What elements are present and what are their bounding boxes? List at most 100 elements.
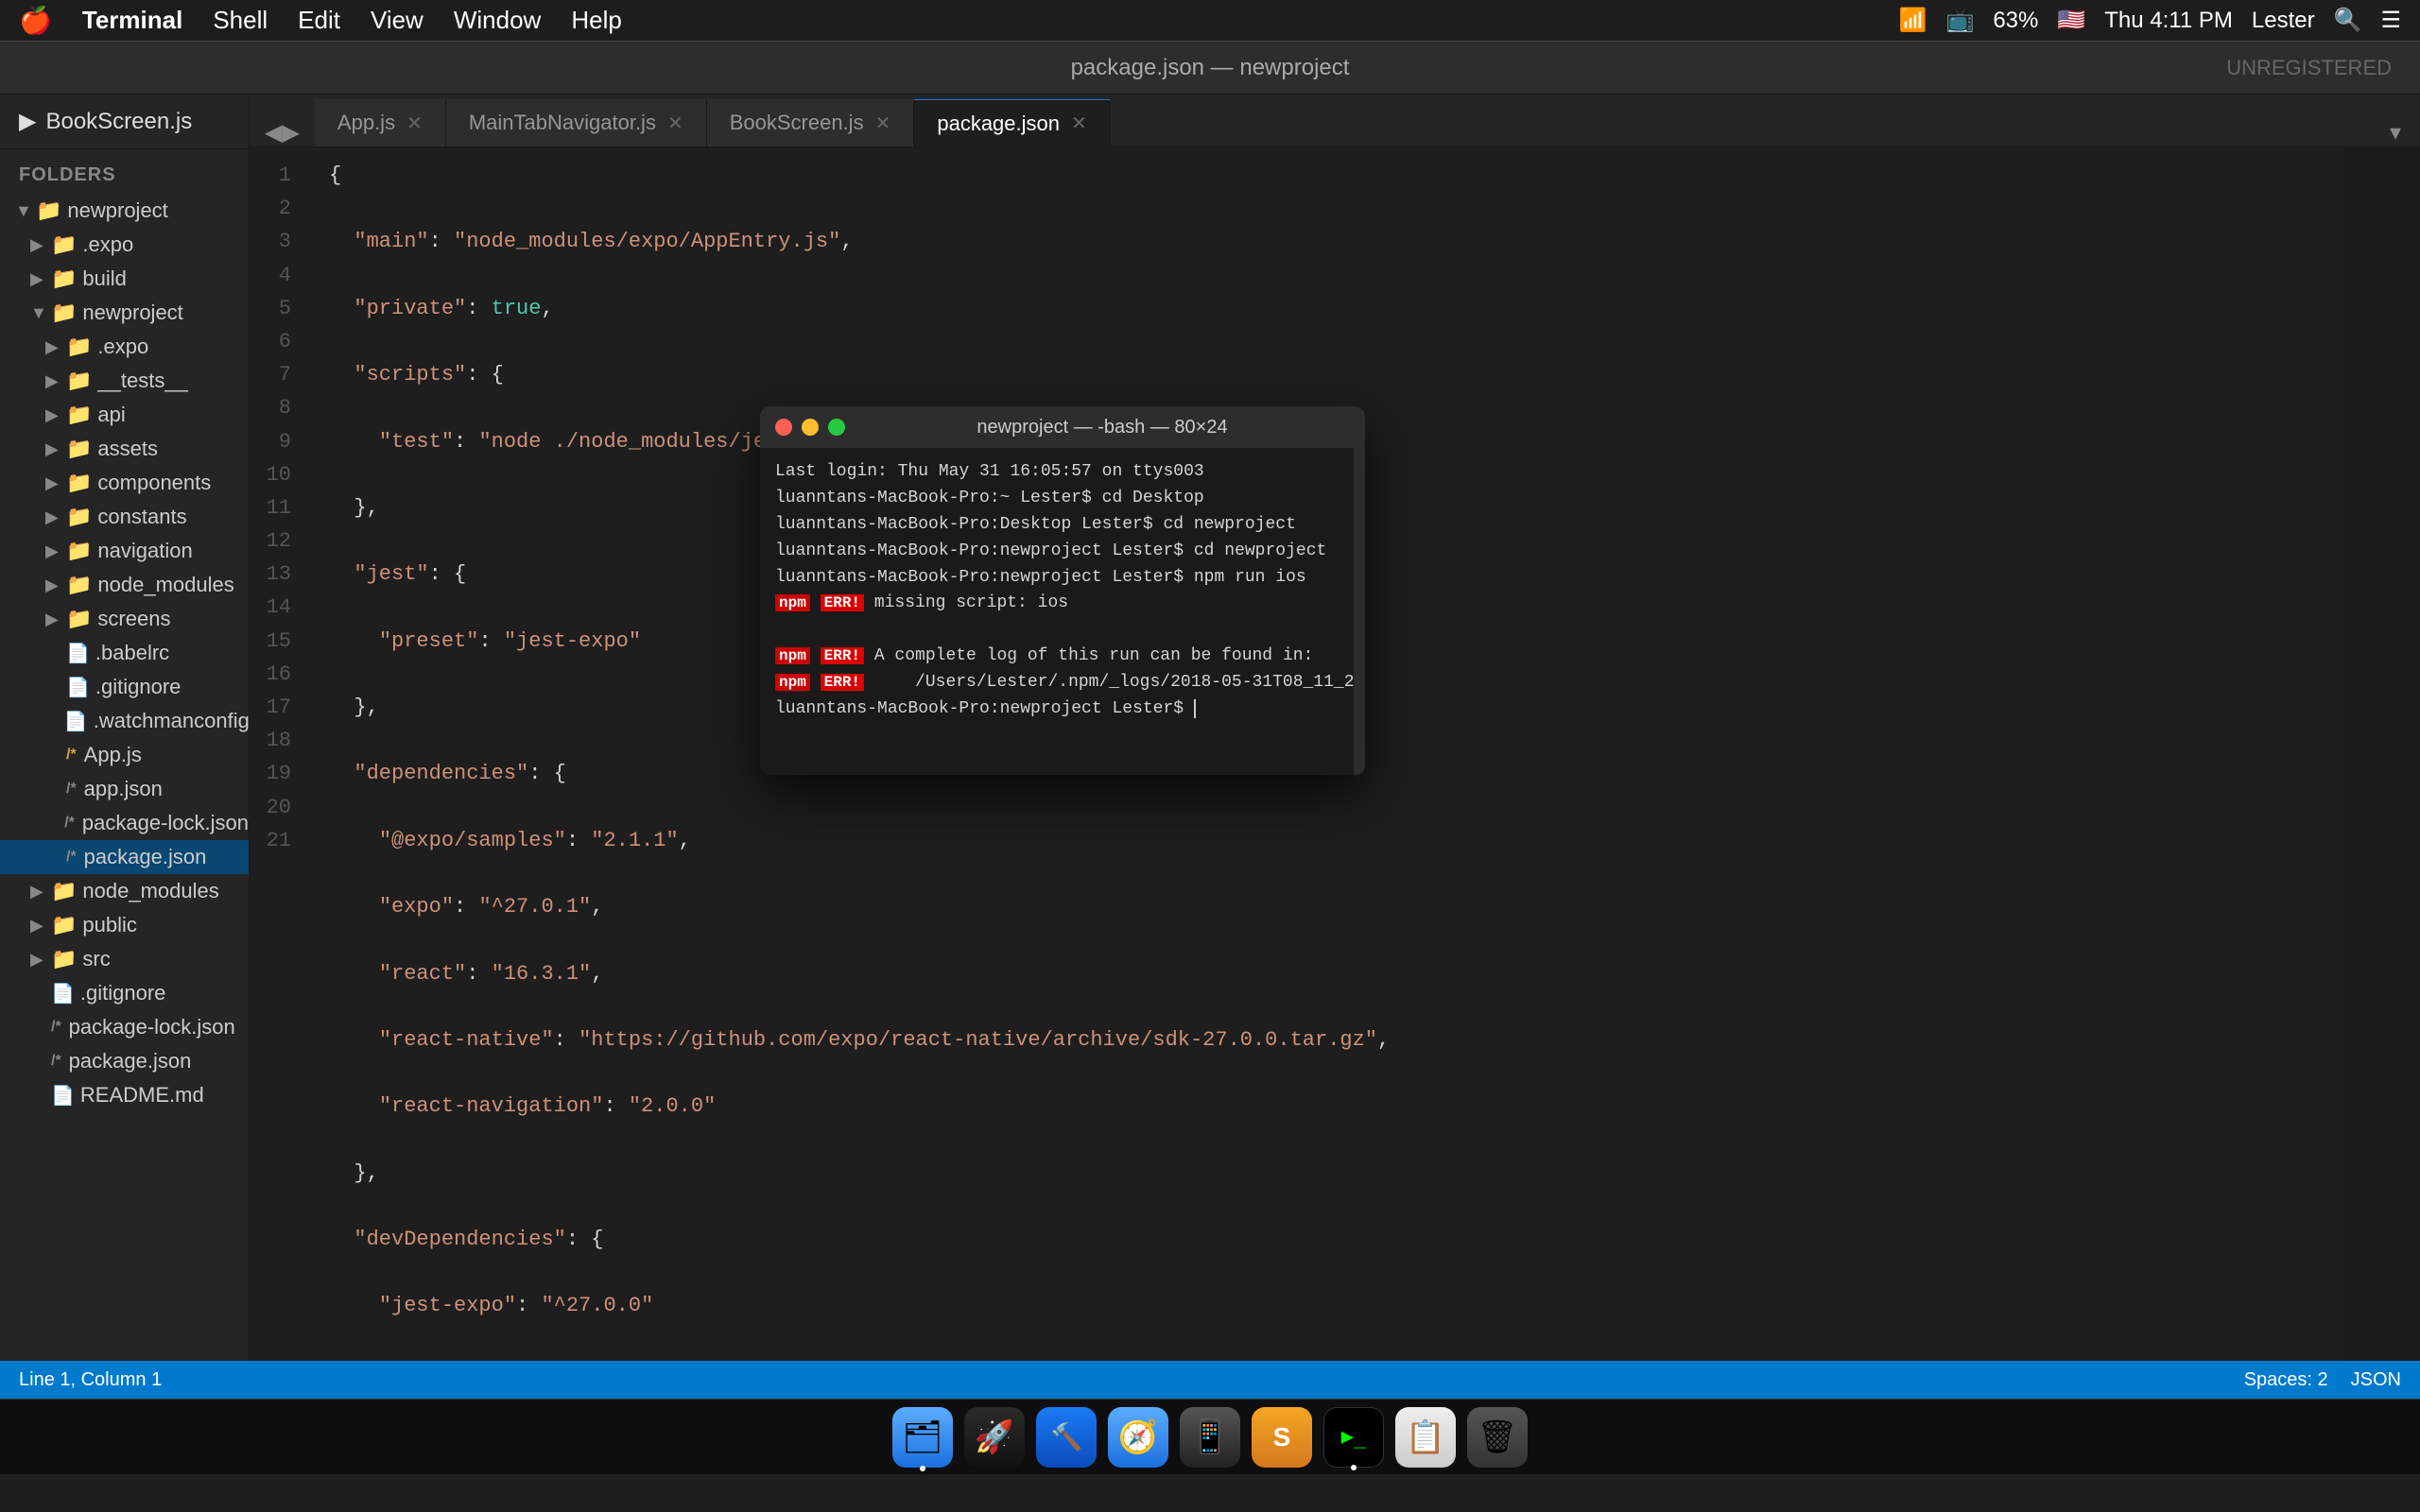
term-error-line-2: npm ERR! A complete log of this run can … bbox=[775, 644, 1339, 670]
sidebar: ▶ BookScreen.js FOLDERS ▼ 📁 newproject ▶… bbox=[0, 94, 250, 1361]
filemanager-icon: 📋 bbox=[1406, 1418, 1445, 1456]
tree-item-babelrc[interactable]: ▶ 📄 .babelrc bbox=[0, 636, 249, 670]
chevron-right-icon: ▶ bbox=[45, 541, 60, 561]
tree-item-gitignore-inner[interactable]: ▶ 📄 .gitignore bbox=[0, 670, 249, 704]
tab-label: MainTabNavigator.js bbox=[469, 111, 656, 135]
sidebar-open-file[interactable]: ▶ BookScreen.js bbox=[0, 94, 249, 149]
file-icon: 📄 bbox=[51, 1084, 75, 1108]
json-badge: /* bbox=[51, 1053, 61, 1070]
tree-item-screens[interactable]: ▶ 📁 screens bbox=[0, 602, 249, 636]
folder-icon: 📁 bbox=[51, 879, 77, 903]
terminal-icon: ▶_ bbox=[1341, 1425, 1367, 1449]
username: Lester bbox=[2252, 8, 2315, 34]
terminal-window[interactable]: newproject — -bash — 80×24 Last login: T… bbox=[760, 406, 1365, 775]
terminal-text[interactable]: Last login: Thu May 31 16:05:57 on ttys0… bbox=[760, 448, 1354, 775]
folder-icon: 📁 bbox=[66, 403, 92, 427]
tab-maintabnavigator[interactable]: MainTabNavigator.js ✕ bbox=[446, 99, 707, 146]
statusbar: Line 1, Column 1 Spaces: 2 JSON bbox=[0, 1361, 2420, 1399]
tree-label: App.js bbox=[84, 743, 142, 767]
language-indicator[interactable]: JSON bbox=[2351, 1369, 2401, 1391]
dock-item-finder[interactable]: 🗂 bbox=[892, 1407, 953, 1468]
search-icon[interactable]: 🔍 bbox=[2334, 7, 2362, 34]
tree-item-api[interactable]: ▶ 📁 api bbox=[0, 398, 249, 432]
tab-packagejson[interactable]: package.json ✕ bbox=[914, 99, 1110, 146]
tab-close-bookscreen[interactable]: ✕ bbox=[875, 112, 891, 135]
dock-item-filemanager[interactable]: 📋 bbox=[1395, 1407, 1456, 1468]
term-line: Last login: Thu May 31 16:05:57 on ttys0… bbox=[775, 459, 1339, 486]
dock-item-terminal[interactable]: ▶_ bbox=[1323, 1407, 1384, 1468]
menu-view[interactable]: View bbox=[371, 6, 424, 35]
keyboard-flag[interactable]: 🇺🇸 bbox=[2057, 7, 2085, 34]
folder-icon: 📁 bbox=[66, 573, 92, 597]
nav-arrows[interactable]: ◀▶ bbox=[250, 119, 315, 146]
dock-item-sublime[interactable]: S bbox=[1252, 1407, 1312, 1468]
menu-edit[interactable]: Edit bbox=[298, 6, 340, 35]
tab-close-packagejson[interactable]: ✕ bbox=[1071, 112, 1087, 135]
dock-item-rocket[interactable]: 🚀 bbox=[964, 1407, 1025, 1468]
tree-label: package-lock.json bbox=[69, 1015, 235, 1040]
tab-bookscreen[interactable]: BookScreen.js ✕ bbox=[707, 99, 915, 146]
tree-label: build bbox=[82, 266, 126, 291]
tree-item-appjs-inner[interactable]: ▶ /* App.js bbox=[0, 738, 249, 772]
terminal-maximize-button[interactable] bbox=[828, 419, 845, 436]
folder-icon: 📁 bbox=[51, 301, 77, 325]
tab-appjs[interactable]: App.js ✕ bbox=[315, 99, 446, 146]
folder-icon: 📁 bbox=[66, 335, 92, 359]
dock-item-xcode[interactable]: 🔨 bbox=[1036, 1407, 1097, 1468]
tree-item-node-modules-inner[interactable]: ▶ 📁 node_modules bbox=[0, 568, 249, 602]
apple-menu[interactable]: 🍎 bbox=[19, 5, 52, 36]
tree-label: package.json bbox=[69, 1049, 192, 1074]
tree-label: node_modules bbox=[97, 573, 233, 597]
dock-item-simulator[interactable]: 📱 bbox=[1180, 1407, 1240, 1468]
terminal-minimize-button[interactable] bbox=[802, 419, 819, 436]
wifi-icon[interactable]: 📶 bbox=[1899, 7, 1927, 34]
tree-label: constants bbox=[97, 505, 186, 529]
tab-close-appjs[interactable]: ✕ bbox=[406, 112, 423, 135]
tree-item-tests[interactable]: ▶ 📁 __tests__ bbox=[0, 364, 249, 398]
tree-item-package-json-outer[interactable]: ▶ /* package.json bbox=[0, 1044, 249, 1078]
tree-item-gitignore-outer[interactable]: ▶ 📄 .gitignore bbox=[0, 976, 249, 1010]
chevron-right-icon: ▶ bbox=[30, 950, 45, 970]
terminal-body[interactable]: Last login: Thu May 31 16:05:57 on ttys0… bbox=[760, 448, 1365, 775]
menu-help[interactable]: Help bbox=[571, 6, 621, 35]
tabs-overflow-button[interactable]: ▾ bbox=[2371, 119, 2420, 146]
airplay-icon[interactable]: 📺 bbox=[1945, 7, 1974, 34]
menu-window[interactable]: Window bbox=[454, 6, 541, 35]
terminal-close-button[interactable] bbox=[775, 419, 792, 436]
folder-icon: 📁 bbox=[66, 369, 92, 393]
spaces-indicator: Spaces: 2 bbox=[2244, 1369, 2328, 1391]
tree-item-package-lock-inner[interactable]: ▶ /* package-lock.json bbox=[0, 806, 249, 840]
tree-item-build[interactable]: ▶ 📁 build bbox=[0, 262, 249, 296]
menu-terminal[interactable]: Terminal bbox=[82, 6, 182, 35]
control-center-icon[interactable]: ☰ bbox=[2380, 7, 2401, 34]
folder-icon: 📁 bbox=[51, 266, 77, 291]
tree-item-public[interactable]: ▶ 📁 public bbox=[0, 908, 249, 942]
tree-item-expo-inner[interactable]: ▶ 📁 .expo bbox=[0, 330, 249, 364]
dock-item-safari[interactable]: 🧭 bbox=[1108, 1407, 1168, 1468]
tree-item-package-lock-outer[interactable]: ▶ /* package-lock.json bbox=[0, 1010, 249, 1044]
terminal-scrollbar[interactable] bbox=[1354, 448, 1365, 775]
menubar-right: 📶 📺 63% 🇺🇸 Thu 4:11 PM Lester 🔍 ☰ bbox=[1899, 7, 2401, 34]
tree-item-constants[interactable]: ▶ 📁 constants bbox=[0, 500, 249, 534]
dock-item-trash[interactable]: 🗑 bbox=[1467, 1407, 1528, 1468]
menubar: 🍎 Terminal Shell Edit View Window Help 📶… bbox=[0, 0, 2420, 42]
window-title: package.json — newproject bbox=[1071, 55, 1350, 81]
tree-item-node-modules-outer[interactable]: ▶ 📁 node_modules bbox=[0, 874, 249, 908]
tree-label: public bbox=[82, 913, 136, 937]
tree-item-readme[interactable]: ▶ 📄 README.md bbox=[0, 1078, 249, 1112]
chevron-right-icon: ▶ bbox=[30, 916, 45, 936]
tree-item-assets[interactable]: ▶ 📁 assets bbox=[0, 432, 249, 466]
tree-item-components[interactable]: ▶ 📁 components bbox=[0, 466, 249, 500]
tree-label: newproject bbox=[82, 301, 182, 325]
tree-item-appjson-inner[interactable]: ▶ /* app.json bbox=[0, 772, 249, 806]
tab-close-maintab[interactable]: ✕ bbox=[667, 112, 683, 135]
tree-item-expo-root[interactable]: ▶ 📁 .expo bbox=[0, 228, 249, 262]
tree-item-newproject-root[interactable]: ▼ 📁 newproject bbox=[0, 194, 249, 228]
tree-item-src[interactable]: ▶ 📁 src bbox=[0, 942, 249, 976]
tree-item-newproject-inner[interactable]: ▼ 📁 newproject bbox=[0, 296, 249, 330]
tree-item-watchmanconfig[interactable]: ▶ 📄 .watchmanconfig bbox=[0, 704, 249, 738]
menu-shell[interactable]: Shell bbox=[213, 6, 268, 35]
tree-item-package-json-inner[interactable]: ▶ /* package.json bbox=[0, 840, 249, 874]
tree-item-navigation[interactable]: ▶ 📁 navigation bbox=[0, 534, 249, 568]
chevron-right-icon: ▶ bbox=[45, 439, 60, 459]
